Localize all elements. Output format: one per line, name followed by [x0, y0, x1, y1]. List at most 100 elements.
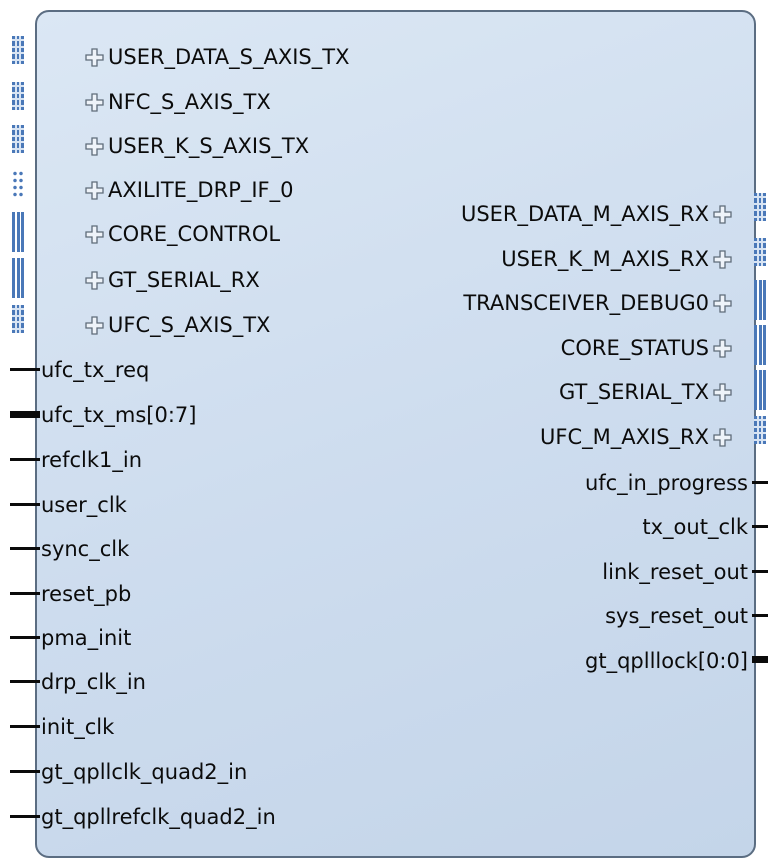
port-label: NFC_S_AXIS_TX [108, 90, 271, 114]
port-axilite-drp-if-0[interactable]: AXILITE_DRP_IF_0 [81, 175, 294, 205]
interface-connector-icon[interactable] [754, 193, 766, 221]
port-ufc-in-progress[interactable]: ufc_in_progress [585, 468, 748, 498]
port-core-status[interactable]: CORE_STATUS [561, 333, 736, 363]
plus-icon[interactable] [85, 47, 104, 67]
port-label: pma_init [41, 626, 132, 650]
port-nfc-s-axis-tx[interactable]: NFC_S_AXIS_TX [81, 87, 271, 117]
port-label: reset_pb [41, 582, 132, 606]
pin-wire[interactable] [10, 725, 40, 728]
interface-connector-icon[interactable] [12, 36, 24, 64]
plus-icon[interactable] [85, 180, 104, 200]
port-pma-init[interactable]: pma_init [41, 623, 131, 653]
plus-icon[interactable] [85, 270, 104, 290]
pin-wire[interactable] [10, 680, 40, 683]
port-label: UFC_S_AXIS_TX [108, 313, 271, 337]
port-user-data-m-axis-rx[interactable]: USER_DATA_M_AXIS_RX [461, 199, 736, 229]
port-label: drp_clk_in [41, 670, 146, 694]
interface-connector-icon[interactable] [754, 370, 766, 410]
port-core-control[interactable]: CORE_CONTROL [81, 219, 280, 249]
port-label: sync_clk [41, 537, 130, 561]
port-transceiver-debug0[interactable]: TRANSCEIVER_DEBUG0 [463, 288, 736, 318]
plus-icon[interactable] [713, 427, 732, 447]
port-ufc-m-axis-rx[interactable]: UFC_M_AXIS_RX [540, 422, 736, 452]
plus-icon[interactable] [713, 382, 732, 402]
pin-wire[interactable] [10, 592, 40, 595]
plus-icon[interactable] [85, 315, 104, 335]
interface-connector-icon[interactable] [12, 305, 24, 333]
port-sys-reset-out[interactable]: sys_reset_out [605, 601, 748, 631]
port-label: USER_DATA_M_AXIS_RX [460, 202, 709, 226]
interface-connector-icon[interactable] [754, 280, 766, 320]
port-drp-clk-in[interactable]: drp_clk_in [41, 667, 146, 697]
pin-wire[interactable] [10, 503, 40, 506]
port-sync-clk[interactable]: sync_clk [41, 534, 129, 564]
interface-connector-icon[interactable] [12, 212, 24, 252]
port-label: gt_qpllclk_quad2_in [41, 760, 248, 784]
plus-icon[interactable] [85, 224, 104, 244]
pin-wire[interactable] [10, 815, 40, 818]
port-label: USER_K_S_AXIS_TX [108, 134, 310, 158]
pin-wire[interactable] [10, 547, 40, 550]
ip-block[interactable]: USER_DATA_S_AXIS_TX NFC_S_AXIS_TX USER_K… [35, 10, 756, 858]
interface-connector-icon[interactable] [754, 416, 766, 444]
port-label: sys_reset_out [605, 604, 748, 628]
block-design-canvas: USER_DATA_S_AXIS_TX NFC_S_AXIS_TX USER_K… [0, 0, 768, 863]
interface-connector-icon[interactable] [754, 238, 766, 266]
port-label: gt_qpllrefclk_quad2_in [41, 805, 276, 829]
port-refclk1-in[interactable]: refclk1_in [41, 445, 142, 475]
port-label: AXILITE_DRP_IF_0 [108, 178, 294, 202]
port-label: TRANSCEIVER_DEBUG0 [463, 291, 709, 315]
port-label: ufc_in_progress [584, 471, 748, 495]
plus-icon[interactable] [713, 338, 732, 358]
port-label: GT_SERIAL_RX [108, 268, 260, 292]
port-user-data-s-axis-tx[interactable]: USER_DATA_S_AXIS_TX [81, 42, 349, 72]
port-label: gt_qplllock[0:0] [585, 649, 748, 673]
port-label: link_reset_out [602, 560, 748, 584]
plus-icon[interactable] [85, 136, 104, 156]
pin-wire[interactable] [752, 525, 768, 528]
pin-wire[interactable] [752, 614, 768, 617]
port-label: USER_DATA_S_AXIS_TX [108, 45, 350, 69]
port-gt-qpllclk-quad2-in[interactable]: gt_qpllclk_quad2_in [41, 757, 247, 787]
port-label: CORE_STATUS [560, 336, 709, 360]
port-gt-serial-rx[interactable]: GT_SERIAL_RX [81, 265, 260, 295]
interface-connector-icon[interactable] [12, 82, 24, 110]
port-gt-qplllock[interactable]: gt_qplllock[0:0] [585, 646, 748, 676]
port-ufc-s-axis-tx[interactable]: UFC_S_AXIS_TX [81, 310, 270, 340]
port-label: USER_K_M_AXIS_RX [501, 247, 709, 271]
port-link-reset-out[interactable]: link_reset_out [602, 557, 748, 587]
port-gt-serial-tx[interactable]: GT_SERIAL_TX [559, 377, 736, 407]
interface-connector-icon[interactable] [754, 325, 766, 365]
bus-wire[interactable] [752, 656, 768, 663]
plus-icon[interactable] [85, 92, 104, 112]
interface-connector-icon[interactable] [12, 125, 24, 153]
port-init-clk[interactable]: init_clk [41, 712, 114, 742]
port-label: user_clk [41, 493, 127, 517]
port-reset-pb[interactable]: reset_pb [41, 579, 131, 609]
port-label: init_clk [41, 715, 115, 739]
pin-wire[interactable] [10, 368, 40, 371]
plus-icon[interactable] [713, 204, 732, 224]
port-label: ufc_tx_ms[0:7] [41, 403, 197, 427]
plus-icon[interactable] [713, 249, 732, 269]
port-user-k-s-axis-tx[interactable]: USER_K_S_AXIS_TX [81, 131, 309, 161]
pin-wire[interactable] [10, 458, 40, 461]
pin-wire[interactable] [752, 570, 768, 573]
pin-wire[interactable] [10, 770, 40, 773]
pin-wire[interactable] [10, 636, 40, 639]
port-user-k-m-axis-rx[interactable]: USER_K_M_AXIS_RX [501, 244, 736, 274]
pin-wire[interactable] [752, 481, 768, 484]
port-label: UFC_M_AXIS_RX [540, 425, 709, 449]
bus-wire[interactable] [10, 411, 40, 418]
port-label: tx_out_clk [642, 515, 748, 539]
port-label: refclk1_in [41, 448, 143, 472]
plus-icon[interactable] [713, 293, 732, 313]
port-ufc-tx-req[interactable]: ufc_tx_req [41, 355, 149, 385]
port-label: CORE_CONTROL [108, 222, 281, 246]
interface-connector-icon[interactable] [12, 258, 24, 298]
port-ufc-tx-ms[interactable]: ufc_tx_ms[0:7] [41, 400, 197, 430]
interface-connector-icon[interactable] [12, 170, 24, 198]
port-user-clk[interactable]: user_clk [41, 490, 127, 520]
port-tx-out-clk[interactable]: tx_out_clk [642, 512, 748, 542]
port-gt-qpllrefclk-quad2-in[interactable]: gt_qpllrefclk_quad2_in [41, 802, 276, 832]
